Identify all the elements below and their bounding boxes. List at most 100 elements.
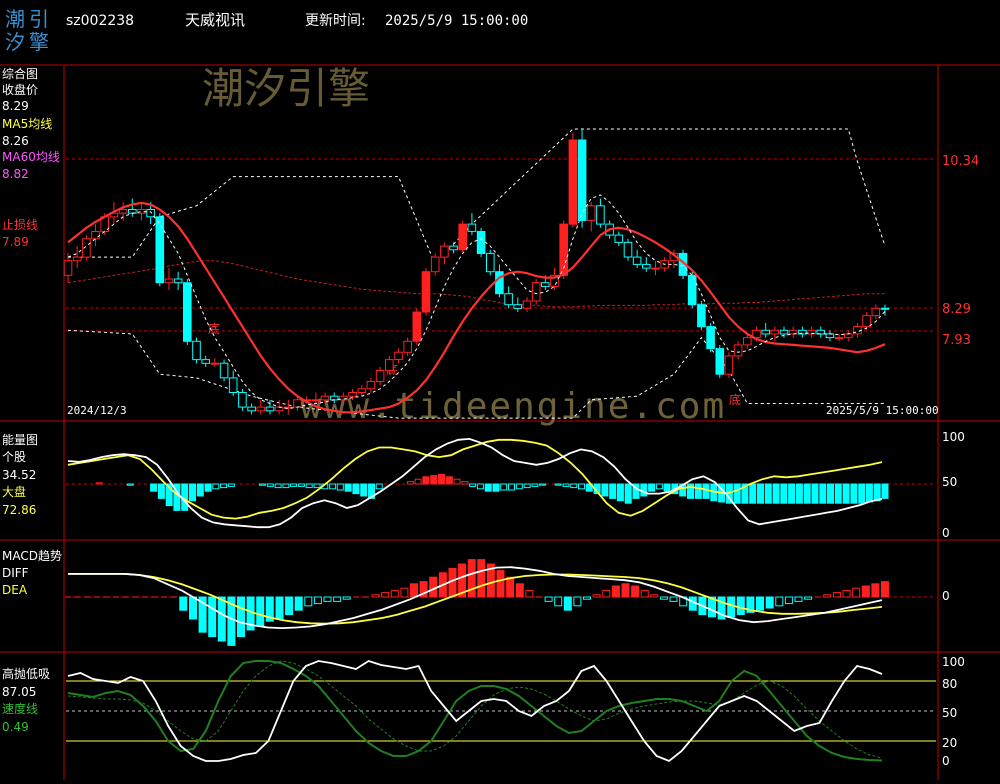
stop-value: 7.89 <box>2 235 29 249</box>
candle-body <box>403 340 412 353</box>
energy-bar <box>531 483 539 487</box>
energy-bar <box>305 483 313 489</box>
macd-bar <box>650 594 659 598</box>
energy-bar <box>655 483 663 490</box>
energy-bar <box>578 483 585 490</box>
hl-title: 高抛低吸 <box>2 666 50 681</box>
energy-bar <box>881 483 889 499</box>
energy-bar <box>702 483 710 499</box>
ma60-label: MA60均线 <box>2 150 60 164</box>
candle-body <box>724 355 734 375</box>
macd-bar <box>621 583 630 598</box>
energy-bar <box>772 483 780 504</box>
candle-body <box>339 395 348 401</box>
macd-bar <box>323 596 332 602</box>
macd-bar <box>554 596 563 607</box>
energy-bar <box>336 483 344 491</box>
macd-bar <box>467 559 476 598</box>
candle-body <box>155 216 165 284</box>
energy-bar <box>126 483 134 486</box>
candle-body <box>449 245 458 251</box>
date-end: 2025/5/9 15:00:00 <box>826 404 939 417</box>
energy-bar <box>492 483 500 492</box>
candle-body <box>238 392 247 408</box>
macd-bar <box>823 594 832 598</box>
candle-body <box>825 333 835 339</box>
macd-bar <box>525 589 534 598</box>
candle-body <box>164 278 174 284</box>
macd-bar <box>333 596 342 602</box>
candle-body <box>421 271 431 313</box>
energy-bar <box>196 483 204 497</box>
energy-bar <box>757 483 764 504</box>
candle-body <box>173 278 183 284</box>
candle-body <box>495 271 504 295</box>
energy-bar <box>523 483 531 489</box>
energy-bar <box>344 483 352 492</box>
macd-bar <box>592 594 601 598</box>
candle-body <box>467 223 477 232</box>
energy-bar <box>780 483 788 504</box>
energy-stock-line <box>67 437 883 529</box>
candle-body <box>706 326 715 350</box>
energy-bar <box>453 478 461 485</box>
candle-body <box>118 209 128 214</box>
macd-bar <box>631 585 640 598</box>
candle-body <box>63 260 73 276</box>
macd-bar <box>256 596 265 627</box>
macd-bar <box>611 585 620 598</box>
candle-body <box>320 395 330 401</box>
plot-layer <box>63 128 936 763</box>
energy-bar <box>274 483 282 489</box>
energy-bar <box>515 483 523 490</box>
ma5-label: MA5均线 <box>2 117 52 131</box>
candle-body <box>596 205 605 225</box>
macd-bar <box>294 596 303 611</box>
candle-body <box>247 406 256 412</box>
energy-bar <box>189 483 196 502</box>
energy-bar <box>788 483 796 504</box>
macd-title: MACD趋势 <box>2 549 62 563</box>
chart-canvas[interactable]: 潮引 汐擎 sz002238 天威视讯 更新时间: 2025/5/9 15:00… <box>0 0 1000 780</box>
candle-body <box>72 256 82 262</box>
macd-bar <box>285 596 294 616</box>
energy-title: 能量图 <box>2 433 38 447</box>
stock-name[interactable]: 天威视讯 <box>185 11 245 29</box>
hl-tick-80: 80 <box>942 677 957 691</box>
energy-bar <box>445 476 453 485</box>
candle-body <box>375 370 385 382</box>
energy-bar <box>749 483 757 504</box>
macd-bar <box>775 596 784 607</box>
stock-code[interactable]: sz002238 <box>66 13 134 29</box>
candle-body <box>183 282 192 342</box>
macd-bar <box>304 596 313 607</box>
macd-bar <box>313 596 322 605</box>
candle-body <box>541 282 550 287</box>
candle-body <box>504 293 513 306</box>
energy-bar <box>663 483 671 492</box>
macd-bar <box>496 570 505 598</box>
watermark-brand: 潮汐引擎 <box>202 64 370 113</box>
macd-bar <box>756 596 764 611</box>
main-labels: 综合图 收盘价 8.29 MA5均线 8.26 MA60均线 8.82 止损线 … <box>2 66 979 417</box>
hl-tick-50: 50 <box>942 706 957 720</box>
energy-bar <box>290 483 298 487</box>
energy-bar <box>430 475 438 485</box>
energy-bar <box>819 483 827 504</box>
energy-bar <box>850 483 858 504</box>
header-bar: 潮引 汐擎 sz002238 天威视讯 更新时间: 2025/5/9 15:00… <box>5 7 528 54</box>
update-label: 更新时间: <box>305 13 366 29</box>
energy-bar <box>508 483 515 491</box>
macd-bar <box>842 589 851 598</box>
macd-bar <box>342 596 351 600</box>
macd-bar <box>804 596 813 600</box>
macd-bar <box>400 587 409 598</box>
macd-bar <box>189 596 197 620</box>
energy-bar <box>329 483 337 490</box>
candle-body <box>614 234 624 243</box>
macd-bar <box>765 596 774 609</box>
energy-bar <box>227 483 235 487</box>
energy-bar <box>212 483 220 490</box>
macd-bar <box>381 592 390 598</box>
ma5-value: 8.26 <box>2 134 29 148</box>
